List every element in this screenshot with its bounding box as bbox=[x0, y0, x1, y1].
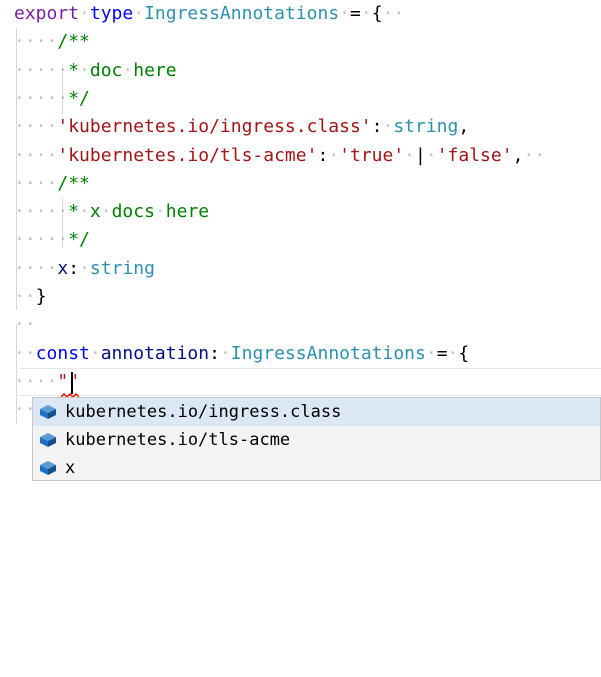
code-token: : bbox=[371, 116, 383, 138]
code-token: x bbox=[57, 257, 69, 279]
whitespace-marker: · bbox=[447, 342, 459, 364]
code-line[interactable]: ····'kubernetes.io/tls-acme':·'true'·|·'… bbox=[14, 142, 545, 170]
suggestion-label: x bbox=[65, 458, 76, 478]
whitespace-indent: ····· bbox=[14, 87, 69, 109]
suggestion-item[interactable]: x bbox=[33, 454, 600, 482]
whitespace-indent: ···· bbox=[14, 257, 58, 279]
code-token: doc bbox=[89, 59, 123, 81]
code-token: export bbox=[14, 3, 80, 24]
code-line[interactable]: ····'kubernetes.io/ingress.class':·strin… bbox=[14, 113, 469, 141]
whitespace-marker: · bbox=[100, 201, 112, 223]
whitespace-marker: · bbox=[382, 116, 394, 138]
code-line[interactable]: ··const·annotation:·IngressAnnotations·=… bbox=[14, 340, 469, 368]
current-line-highlight bbox=[16, 368, 601, 396]
code-token: type bbox=[89, 3, 134, 24]
code-token: { bbox=[458, 342, 470, 364]
whitespace-marker: · bbox=[425, 144, 437, 166]
code-line[interactable]: ·····*·doc·here bbox=[14, 57, 177, 85]
code-token: 'kubernetes.io/tls-acme' bbox=[57, 144, 318, 166]
code-token: */ bbox=[68, 229, 90, 251]
suggestion-label: kubernetes.io/tls-acme bbox=[65, 430, 291, 450]
code-line[interactable]: ·· bbox=[14, 311, 36, 339]
whitespace-marker: · bbox=[404, 144, 416, 166]
whitespace-marker: · bbox=[79, 3, 90, 24]
code-line[interactable]: ·····*/ bbox=[14, 85, 90, 113]
code-token: = bbox=[436, 342, 448, 364]
code-token: const bbox=[35, 342, 90, 364]
code-token: x bbox=[89, 201, 101, 223]
code-token: "" bbox=[57, 370, 80, 392]
suggestion-item[interactable]: kubernetes.io/ingress.class bbox=[33, 398, 600, 426]
code-token: } bbox=[35, 286, 47, 307]
code-token: here bbox=[133, 59, 177, 81]
whitespace-indent: ·· bbox=[14, 314, 36, 336]
code-token: IngressAnnotations bbox=[230, 342, 426, 364]
text-cursor bbox=[71, 372, 73, 394]
whitespace-indent: ···· bbox=[14, 172, 58, 194]
whitespace-indent: ···· bbox=[14, 144, 58, 166]
whitespace-marker: · bbox=[154, 201, 166, 223]
code-line[interactable]: ····"" bbox=[14, 368, 79, 396]
code-token: here bbox=[165, 201, 210, 223]
code-token: 'true' bbox=[339, 144, 405, 166]
whitespace-marker: · bbox=[425, 342, 437, 364]
whitespace-marker: · bbox=[339, 3, 350, 24]
whitespace-marker: · bbox=[360, 3, 372, 24]
code-token: IngressAnnotations bbox=[144, 3, 340, 24]
property-cube-icon bbox=[40, 433, 56, 447]
code-token: { bbox=[371, 3, 383, 24]
code-line[interactable]: ····/** bbox=[14, 28, 90, 56]
code-token: | bbox=[415, 144, 426, 166]
code-line[interactable]: ··} bbox=[14, 283, 47, 311]
suggestion-item[interactable]: kubernetes.io/tls-acme bbox=[33, 426, 600, 454]
code-line[interactable]: ·····*/ bbox=[14, 226, 90, 254]
whitespace-indent: ·· bbox=[14, 286, 36, 307]
code-line[interactable]: ·····*·x·docs·here bbox=[14, 198, 209, 226]
code-line[interactable]: ····/** bbox=[14, 170, 90, 198]
code-token: 'false' bbox=[436, 144, 513, 166]
property-cube-icon bbox=[40, 405, 56, 419]
code-editor[interactable]: export·type·IngressAnnotations·=·{·· ····… bbox=[0, 0, 601, 677]
whitespace-indent: ····· bbox=[14, 59, 69, 81]
whitespace-marker: · bbox=[328, 144, 340, 166]
whitespace-indent: ·· bbox=[14, 342, 36, 364]
whitespace-marker: · bbox=[219, 342, 231, 364]
whitespace-marker: ·· bbox=[382, 3, 405, 24]
code-token: , bbox=[512, 144, 524, 166]
whitespace-indent: ···· bbox=[14, 370, 58, 392]
whitespace-marker: · bbox=[89, 342, 101, 364]
code-line[interactable]: export·type·IngressAnnotations·=·{·· bbox=[14, 0, 404, 28]
code-token: : bbox=[209, 342, 220, 364]
code-token: 'kubernetes.io/ingress.class' bbox=[57, 116, 372, 138]
suggestion-label: kubernetes.io/ingress.class bbox=[65, 402, 342, 422]
code-token: * bbox=[68, 59, 80, 81]
code-token: string bbox=[393, 116, 459, 138]
code-line[interactable]: ····x:·string bbox=[14, 255, 155, 283]
code-token: * bbox=[68, 201, 80, 223]
code-token: = bbox=[350, 3, 361, 24]
code-token: */ bbox=[68, 87, 90, 109]
whitespace-marker: · bbox=[79, 257, 90, 279]
code-token: : bbox=[317, 144, 329, 166]
whitespace-indent: ···· bbox=[14, 116, 58, 138]
whitespace-indent: ···· bbox=[14, 31, 58, 53]
suggestion-widget[interactable]: kubernetes.io/ingress.class kubernetes.io… bbox=[32, 397, 601, 481]
code-token: string bbox=[89, 257, 155, 279]
whitespace-marker: · bbox=[133, 3, 145, 24]
code-token: /** bbox=[57, 172, 90, 194]
whitespace-indent: ····· bbox=[14, 201, 69, 223]
code-token: , bbox=[458, 116, 470, 138]
whitespace-marker: · bbox=[79, 201, 90, 223]
whitespace-indent: ····· bbox=[14, 229, 69, 251]
whitespace-marker: · bbox=[122, 59, 134, 81]
code-token: /** bbox=[57, 31, 90, 53]
code-token: : bbox=[68, 257, 80, 279]
code-token: docs bbox=[111, 201, 155, 223]
code-token: annotation bbox=[100, 342, 210, 364]
whitespace-marker: · bbox=[79, 59, 90, 81]
whitespace-marker: ·· bbox=[523, 144, 546, 166]
property-cube-icon bbox=[40, 461, 56, 475]
